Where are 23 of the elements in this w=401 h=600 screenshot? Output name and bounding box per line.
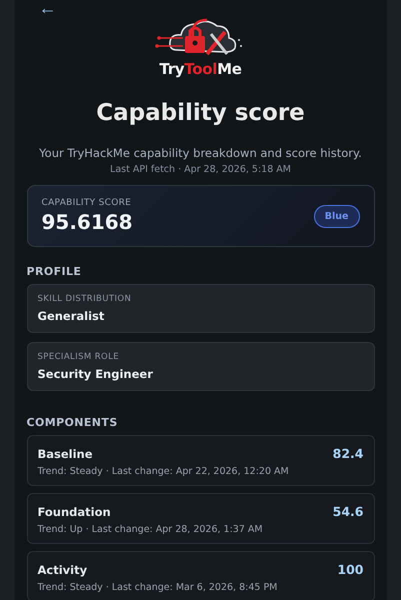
profile-value: Generalist (38, 309, 106, 323)
back-button[interactable]: ← (38, 0, 56, 18)
component-name: Activity (38, 562, 88, 576)
component-detail: Trend: Up · Last change: Apr 28, 2026, 1:37 AM (38, 524, 264, 535)
page-title: Capability score (95, 100, 306, 126)
section-heading: COMPONENTS (26, 416, 119, 429)
last-fetch-text: Last API fetch · Apr 28, 2026, 5:18 AM (109, 164, 292, 175)
component-score: 100 (337, 562, 364, 577)
component-score: 82.4 (332, 446, 364, 461)
component-name: Baseline (38, 446, 93, 460)
profile-label: SKILL DISTRIBUTION (38, 294, 132, 304)
profile-value: Security Engineer (38, 367, 154, 381)
section-heading: PROFILE (26, 265, 82, 278)
component-name: Foundation (38, 504, 111, 518)
profile-label: SPECIALISM ROLE (38, 352, 120, 362)
score-label: CAPABILITY SCORE (42, 198, 132, 208)
logo-text: TryToolMe (159, 60, 242, 78)
tier-badge: Blue (314, 204, 360, 228)
component-detail: Trend: Steady · Last change: Apr 22, 2026, 12:20 AM (38, 466, 290, 477)
component-score: 54.6 (332, 504, 364, 519)
page-subtitle: Your TryHackMe capability breakdown and score history. (38, 146, 363, 160)
component-detail: Trend: Steady · Last change: Mar 6, 2026, 8:45 PM (38, 582, 278, 593)
score-value: 95.6168 (42, 210, 133, 234)
